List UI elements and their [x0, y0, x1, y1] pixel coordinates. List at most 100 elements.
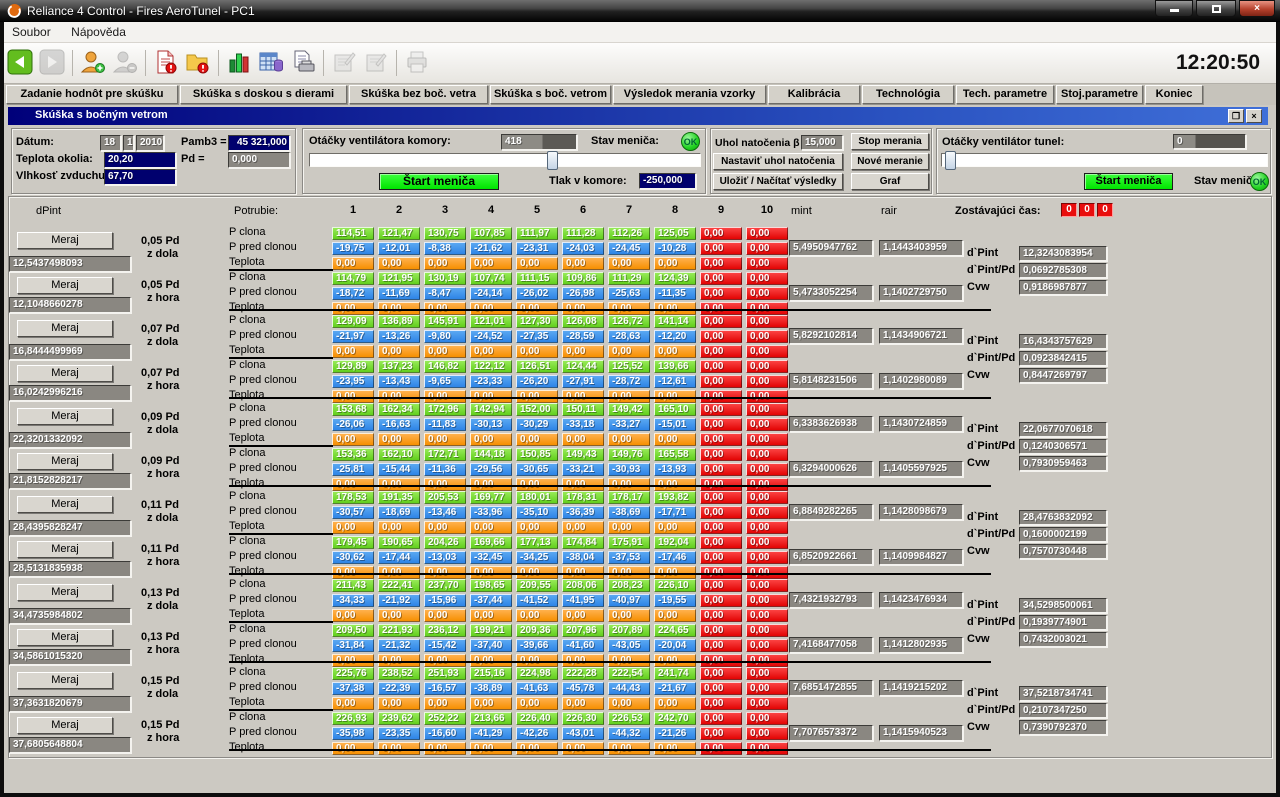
- data-cell: -35,98: [332, 727, 374, 740]
- close-button[interactable]: ×: [1239, 0, 1275, 17]
- column-header-3: 3: [424, 204, 466, 216]
- ulozit-nacitat-button[interactable]: Uložiť / Načítať výsledky: [713, 173, 843, 190]
- table-database-icon[interactable]: [256, 47, 286, 77]
- meraj-value: 12,5437498093: [9, 256, 131, 272]
- mint-value: 5,4733052254: [789, 285, 873, 301]
- meraj-button[interactable]: Meraj: [17, 629, 113, 646]
- data-cell: 192,04: [654, 536, 696, 549]
- restore-icon[interactable]: ❒: [1228, 109, 1244, 123]
- close-icon[interactable]: ×: [1246, 109, 1262, 123]
- tab-tech-parametre[interactable]: Tech. parametre: [956, 85, 1054, 104]
- data-cell: 0,00: [700, 418, 742, 431]
- cvw-label: Cvw: [967, 545, 990, 557]
- chamber-fan-slider[interactable]: [309, 153, 701, 167]
- data-cell: 142,94: [470, 403, 512, 416]
- meraj-button[interactable]: Meraj: [17, 277, 113, 294]
- cvw-value: 0,7930959463: [1019, 456, 1107, 471]
- meraj-button[interactable]: Meraj: [17, 584, 113, 601]
- data-cell: -38,04: [562, 551, 604, 564]
- mint-header: mint: [791, 205, 812, 217]
- data-cell: 111,28: [562, 227, 604, 240]
- mint-value: 5,8148231506: [789, 373, 873, 389]
- meraj-button[interactable]: Meraj: [17, 672, 113, 689]
- pd-level-label: 0,09 Pd: [141, 455, 180, 467]
- data-cell: 226,30: [562, 712, 604, 725]
- tab-sk-ka-bez-bo-vetra[interactable]: Skúška bez boč. vetra: [349, 85, 488, 104]
- report-print-icon[interactable]: [288, 47, 318, 77]
- data-cell: -11,69: [378, 287, 420, 300]
- graf-button[interactable]: Graf: [851, 173, 929, 190]
- date-day: 18: [100, 135, 121, 151]
- chamber-start-button[interactable]: Štart meniča: [379, 173, 499, 190]
- tunnel-fan-slider[interactable]: [941, 153, 1268, 167]
- meraj-button[interactable]: Meraj: [17, 365, 113, 382]
- data-cell: -16,63: [378, 418, 420, 431]
- row-label: Teplota: [229, 432, 264, 444]
- data-cell: -36,39: [562, 506, 604, 519]
- tab-sk-ka-s-doskou-s-dierami[interactable]: Skúška s doskou s dierami: [180, 85, 347, 104]
- folder-alert-icon[interactable]: [183, 47, 213, 77]
- user-add-icon[interactable]: [78, 47, 108, 77]
- data-cell: 0,00: [378, 521, 420, 534]
- data-cell: 0,00: [654, 345, 696, 358]
- rair-value: 1,1409984827: [879, 549, 963, 565]
- maximize-button[interactable]: [1196, 0, 1236, 17]
- tab-kalibr-cia[interactable]: Kalibrácia: [768, 85, 860, 104]
- data-cell: -13,93: [654, 463, 696, 476]
- data-cell: 0,00: [470, 345, 512, 358]
- data-cell: 242,70: [654, 712, 696, 725]
- data-cell: -35,10: [516, 506, 558, 519]
- pd-level-label: 0,07 Pd: [141, 367, 180, 379]
- dpint-label: d`Pint: [967, 335, 998, 347]
- direction-label: z dola: [147, 688, 178, 700]
- bar-chart-icon[interactable]: [224, 47, 254, 77]
- tab-stoj-parametre[interactable]: Stoj.parametre: [1056, 85, 1143, 104]
- window-title: Reliance 4 Control - Fires AeroTunel - P…: [27, 4, 255, 18]
- data-cell: 0,00: [608, 433, 650, 446]
- tab-zadanie-hodn-t-pre-sk-ku[interactable]: Zadanie hodnôt pre skúšku: [6, 85, 178, 104]
- meraj-button[interactable]: Meraj: [17, 320, 113, 337]
- tab-technol-gia[interactable]: Technológia: [862, 85, 954, 104]
- menu-soubor[interactable]: Soubor: [4, 22, 59, 42]
- row-label: P pred clonou: [229, 417, 297, 429]
- menu-napoveda[interactable]: Nápověda: [63, 22, 134, 42]
- meraj-button[interactable]: Meraj: [17, 717, 113, 734]
- column-header-9: 9: [700, 204, 742, 216]
- document-alert-icon[interactable]: [151, 47, 181, 77]
- tab-v-sledok-merania-vzorky[interactable]: Výsledok merania vzorky: [613, 85, 766, 104]
- data-cell: 0,00: [746, 697, 788, 710]
- data-cell: -15,44: [378, 463, 420, 476]
- column-header-1: 1: [332, 204, 374, 216]
- tab-sk-ka-s-bo-vetrom[interactable]: Skúška s boč. vetrom: [490, 85, 611, 104]
- minimize-button[interactable]: [1155, 0, 1193, 17]
- data-cell: -37,53: [608, 551, 650, 564]
- stop-merania-button[interactable]: Stop merania: [851, 133, 929, 150]
- data-cell: 226,53: [608, 712, 650, 725]
- meraj-button[interactable]: Meraj: [17, 453, 113, 470]
- data-cell: 127,30: [516, 315, 558, 328]
- data-cell: 0,00: [332, 257, 374, 270]
- back-icon[interactable]: [5, 47, 35, 77]
- inner-window-caption: Skúška s bočným vetrom ❒ ×: [8, 107, 1268, 125]
- chamber-slider-thumb[interactable]: [547, 151, 558, 170]
- data-cell: -22,39: [378, 682, 420, 695]
- tunnel-start-button[interactable]: Štart meniča: [1084, 173, 1173, 190]
- meraj-button[interactable]: Meraj: [17, 541, 113, 558]
- data-cell: 0,00: [700, 609, 742, 622]
- edit-page-icon: [329, 47, 359, 77]
- tunnel-slider-thumb[interactable]: [945, 151, 956, 170]
- nastavit-uhol-button[interactable]: Nastaviť uhol natočenia: [713, 153, 843, 170]
- meraj-button[interactable]: Meraj: [17, 496, 113, 513]
- nove-meranie-button[interactable]: Nové meranie: [851, 153, 929, 170]
- data-cell: 198,65: [470, 579, 512, 592]
- meraj-button[interactable]: Meraj: [17, 232, 113, 249]
- data-cell: 0,00: [746, 227, 788, 240]
- tab-koniec[interactable]: Koniec: [1145, 85, 1203, 104]
- row-separator: [229, 621, 333, 623]
- column-header-6: 6: [562, 204, 604, 216]
- data-cell: 178,17: [608, 491, 650, 504]
- data-cell: -9,65: [424, 375, 466, 388]
- meraj-button[interactable]: Meraj: [17, 408, 113, 425]
- data-cell: 111,29: [608, 272, 650, 285]
- data-cell: 252,22: [424, 712, 466, 725]
